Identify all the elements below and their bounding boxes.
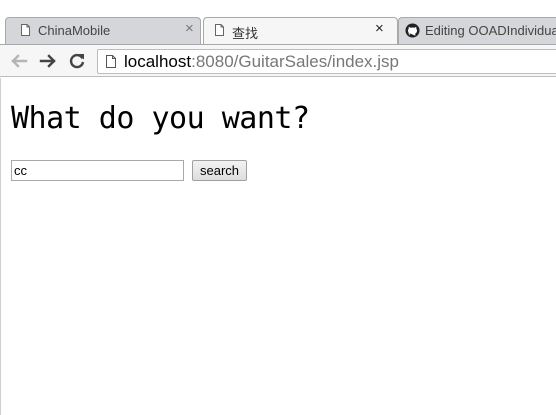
tab-label: ChinaMobile	[38, 23, 111, 38]
close-icon[interactable]: ×	[185, 21, 194, 37]
address-bar[interactable]: localhost:8080/GuitarSales/index.jsp	[97, 49, 556, 74]
tab-github-editing[interactable]: Editing OOADIndividual	[398, 17, 556, 44]
back-arrow-icon[interactable]	[9, 51, 29, 71]
close-icon[interactable]: ×	[375, 21, 384, 37]
browser-toolbar: localhost:8080/GuitarSales/index.jsp	[0, 44, 556, 77]
search-button[interactable]: search	[192, 160, 247, 181]
url-path: :8080/GuitarSales/index.jsp	[191, 52, 400, 71]
forward-arrow-icon[interactable]	[38, 51, 58, 71]
reload-icon[interactable]	[67, 51, 87, 71]
tab-label: Editing OOADIndividual	[425, 23, 556, 38]
url-text: localhost:8080/GuitarSales/index.jsp	[124, 52, 399, 72]
page-icon	[106, 55, 116, 68]
tab-label: 查找	[232, 26, 259, 41]
github-icon	[405, 23, 420, 38]
search-input[interactable]	[11, 160, 184, 181]
url-host: localhost	[124, 52, 192, 71]
tab-strip: ChinaMobile × 查找 × Editing OOADIndividua…	[0, 0, 556, 44]
page-icon	[21, 24, 30, 36]
page-icon	[215, 24, 224, 36]
tab-search[interactable]: 查找 ×	[203, 17, 398, 44]
tab-chinamobile[interactable]: ChinaMobile ×	[5, 17, 201, 44]
page-heading: What do you want?	[11, 101, 310, 136]
page-content: What do you want? search	[0, 78, 556, 415]
